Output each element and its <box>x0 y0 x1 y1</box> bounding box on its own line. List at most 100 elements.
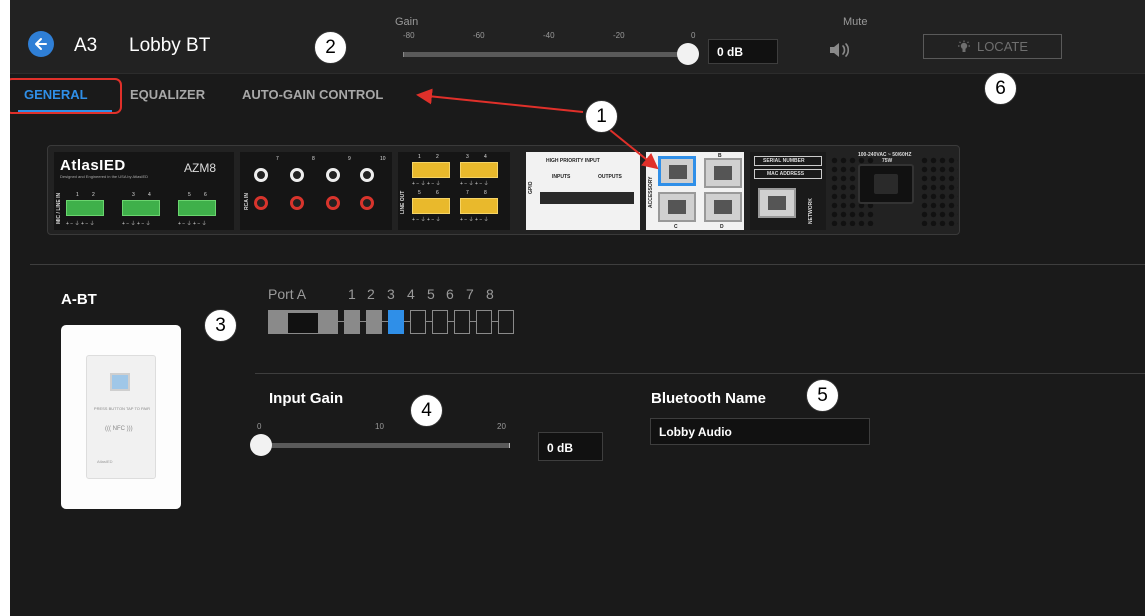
locate-label: LOCATE <box>976 39 1029 54</box>
brand-tagline: Designed and Engineered in the USA by At… <box>60 174 149 179</box>
gpio-terminal-block <box>540 192 634 204</box>
port-slot-6[interactable] <box>454 310 470 334</box>
zone-header: A3 Lobby BT Gain -80 -60 -40 -20 0 0 dB … <box>10 0 1145 74</box>
gain-slider-track[interactable] <box>403 52 688 57</box>
port-slot-1[interactable] <box>344 310 360 334</box>
line-output-number: 5 <box>418 190 421 196</box>
line-output-number: 3 <box>466 154 469 160</box>
locate-button[interactable]: LOCATE <box>923 34 1062 59</box>
gain-ticks: -80 -60 -40 -20 0 <box>395 31 695 43</box>
outputs-label: OUTPUTS <box>598 174 622 180</box>
gpio-section: GPIO HIGH PRIORITY INPUT INPUTS OUTPUTS <box>526 152 640 230</box>
section-divider <box>30 264 1145 265</box>
port-slot-5[interactable] <box>432 310 448 334</box>
line-output-number: 8 <box>484 190 487 196</box>
rca-input-number: 7 <box>276 156 279 162</box>
gain-tick: -40 <box>543 31 555 40</box>
pin-label: + − ⏚ + − ⏚ <box>460 217 489 223</box>
annotation-highlight-box <box>10 78 122 114</box>
bluetooth-pair-icon <box>110 373 130 391</box>
port-slot-3[interactable] <box>388 310 404 334</box>
annotation-callout-4: 4 <box>410 394 443 427</box>
wallplate-panel: PRESS BUTTON TAP TO PAIR ((( NFC ))) Atl… <box>86 355 156 479</box>
mic-terminal-block <box>122 200 160 216</box>
input-gain-tick: 0 <box>257 422 262 431</box>
port-number: 5 <box>427 286 435 302</box>
wallplate-image: PRESS BUTTON TAP TO PAIR ((( NFC ))) Atl… <box>61 325 181 509</box>
rca-input-number: 10 <box>380 156 386 162</box>
port-slot-2[interactable] <box>366 310 382 334</box>
rca-jack-red <box>254 196 268 210</box>
port-number: 2 <box>367 286 375 302</box>
gain-tick: -20 <box>613 31 625 40</box>
accessory-port-b[interactable] <box>704 158 742 188</box>
port-number: 7 <box>466 286 474 302</box>
vent-grille <box>920 156 958 226</box>
rj45-jack-icon <box>288 313 318 333</box>
line-out-terminal <box>460 198 498 214</box>
port-label: Port A <box>268 286 307 302</box>
port-number: 3 <box>387 286 395 302</box>
rca-jack-red <box>290 196 304 210</box>
gain-tick: -60 <box>473 31 485 40</box>
mic-terminal-block <box>178 200 216 216</box>
input-gain-value-field[interactable]: 0 dB <box>538 432 603 461</box>
accessory-port-d[interactable] <box>704 192 742 222</box>
network-section: SERIAL NUMBER MAC ADDRESS NETWORK <box>750 152 826 230</box>
tab-equalizer[interactable]: EQUALIZER <box>130 87 205 102</box>
pin-label: + − ⏚ + − ⏚ <box>66 221 95 227</box>
mic-input-number: 2 <box>92 192 95 198</box>
accessory-port-a[interactable] <box>658 156 696 186</box>
gpio-label: GPIO <box>528 181 534 194</box>
inputs-label: INPUTS <box>552 174 571 180</box>
gain-value-field[interactable]: 0 dB <box>708 39 778 64</box>
back-button[interactable] <box>28 31 54 57</box>
rca-in-section: RCA IN 7 8 9 10 <box>240 152 392 230</box>
annotation-callout-5: 5 <box>806 379 839 412</box>
accessory-title: A-BT <box>61 291 97 308</box>
gain-slider-thumb[interactable] <box>677 43 699 65</box>
input-gain-slider-thumb[interactable] <box>250 434 272 456</box>
port-number: 1 <box>348 286 356 302</box>
serial-number-box: SERIAL NUMBER <box>754 156 822 166</box>
annotation-callout-6: 6 <box>984 72 1017 105</box>
rca-jack-white <box>326 168 340 182</box>
model-label: AZM8 <box>184 161 217 175</box>
bluetooth-name-label: Bluetooth Name <box>651 390 767 407</box>
input-gain-slider-track[interactable] <box>269 443 510 448</box>
mute-button[interactable] <box>828 40 856 62</box>
pin-label: + − ⏚ + − ⏚ <box>412 217 441 223</box>
mac-address-label: MAC ADDRESS <box>767 171 805 177</box>
network-port <box>758 188 796 218</box>
port-slot-4[interactable] <box>410 310 426 334</box>
port-slot-8[interactable] <box>498 310 514 334</box>
pin-label: + − ⏚ + − ⏚ <box>122 221 151 227</box>
line-output-number: 4 <box>484 154 487 160</box>
serial-number-label: SERIAL NUMBER <box>763 158 805 164</box>
pin-label: + − ⏚ + − ⏚ <box>178 221 207 227</box>
rca-jack-white <box>360 168 374 182</box>
zone-id: A3 <box>74 35 98 56</box>
rca-jack-red <box>360 196 374 210</box>
accessory-port-label: B <box>718 153 722 159</box>
mic-input-number: 6 <box>204 192 207 198</box>
gain-tick: 0 <box>691 31 696 40</box>
input-gain-tick: 20 <box>497 422 506 431</box>
accessory-port-label: C <box>674 224 678 230</box>
bluetooth-name-input[interactable] <box>650 418 870 445</box>
accessory-port-c[interactable] <box>658 192 696 222</box>
speaker-icon <box>830 43 850 57</box>
line-out-terminal <box>412 198 450 214</box>
zone-name: Lobby BT <box>129 35 211 56</box>
input-gain-label: Input Gain <box>269 390 344 407</box>
accessory-label: ACCESSORY <box>648 176 654 209</box>
rca-input-number: 9 <box>348 156 351 162</box>
port-number: 6 <box>446 286 454 302</box>
line-out-terminal <box>460 162 498 178</box>
port-a-connector[interactable] <box>268 310 338 334</box>
tab-auto-gain-control[interactable]: AUTO-GAIN CONTROL <box>242 87 383 102</box>
accessory-section: ACCESSORY B C D <box>646 152 744 230</box>
mic-line-in-label: MIC / LINE IN <box>56 192 62 224</box>
mic-input-number: 4 <box>148 192 151 198</box>
port-slot-7[interactable] <box>476 310 492 334</box>
